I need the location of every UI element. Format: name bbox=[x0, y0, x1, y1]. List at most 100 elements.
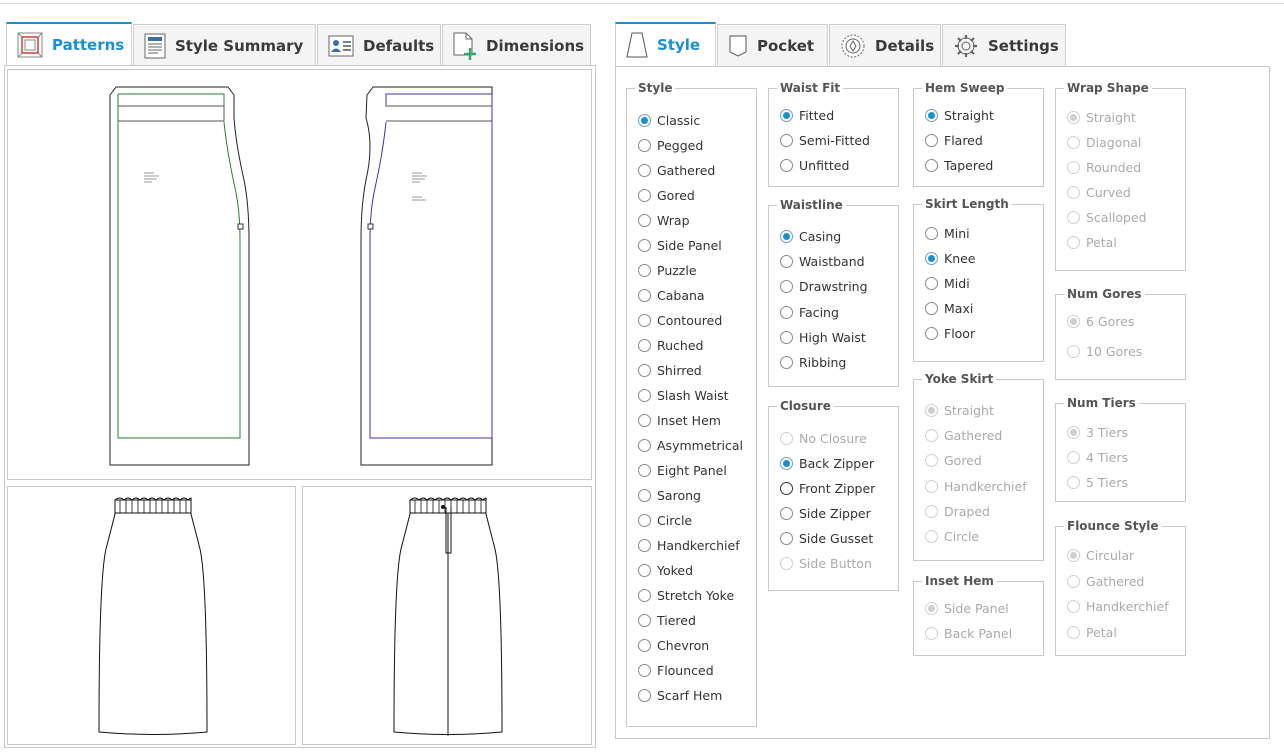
radio-hem-sweep-tapered[interactable]: Tapered bbox=[925, 158, 993, 173]
radio-style-stretch-yoke[interactable]: Stretch Yoke bbox=[638, 588, 734, 603]
radio-circle[interactable] bbox=[780, 507, 793, 520]
radio-circle[interactable] bbox=[638, 664, 651, 677]
radio-circle[interactable] bbox=[780, 330, 793, 344]
radio-circle[interactable] bbox=[638, 139, 651, 152]
radio-waistline-high-waist[interactable]: High Waist bbox=[780, 330, 866, 345]
radio-circle[interactable] bbox=[780, 356, 793, 369]
radio-skirt-length-midi[interactable]: Midi bbox=[925, 276, 970, 291]
radio-style-asymmetrical[interactable]: Asymmetrical bbox=[638, 438, 743, 453]
radio-style-chevron[interactable]: Chevron bbox=[638, 638, 709, 653]
radio-style-gathered[interactable]: Gathered bbox=[638, 163, 715, 178]
radio-waist-fit-fitted[interactable]: Fitted bbox=[780, 108, 834, 123]
back-pattern-piece[interactable] bbox=[360, 86, 493, 466]
radio-waist-fit-unfitted[interactable]: Unfitted bbox=[780, 158, 849, 173]
radio-waistline-casing[interactable]: Casing bbox=[780, 229, 841, 244]
radio-circle[interactable] bbox=[638, 539, 651, 552]
radio-circle[interactable] bbox=[780, 134, 793, 147]
radio-circle[interactable] bbox=[925, 227, 938, 240]
radio-skirt-length-floor[interactable]: Floor bbox=[925, 326, 975, 341]
tab-settings[interactable]: Settings bbox=[942, 24, 1066, 66]
radio-circle[interactable] bbox=[638, 289, 651, 302]
tab-patterns[interactable]: Patterns bbox=[6, 22, 132, 66]
tab-dimensions[interactable]: Dimensions bbox=[442, 24, 591, 66]
radio-waist-fit-semi-fitted[interactable]: Semi-Fitted bbox=[780, 133, 870, 148]
radio-circle[interactable] bbox=[638, 439, 651, 452]
radio-closure-side-zipper[interactable]: Side Zipper bbox=[780, 506, 871, 521]
radio-circle[interactable] bbox=[638, 214, 651, 227]
radio-circle[interactable] bbox=[780, 457, 793, 470]
radio-closure-back-zipper[interactable]: Back Zipper bbox=[780, 456, 874, 471]
radio-style-contoured[interactable]: Contoured bbox=[638, 313, 722, 328]
radio-circle[interactable] bbox=[638, 589, 651, 602]
radio-style-flounced[interactable]: Flounced bbox=[638, 663, 714, 678]
radio-circle[interactable] bbox=[638, 239, 651, 252]
radio-style-pegged[interactable]: Pegged bbox=[638, 138, 703, 153]
radio-circle[interactable] bbox=[925, 159, 938, 172]
radio-style-shirred[interactable]: Shirred bbox=[638, 363, 702, 378]
radio-circle[interactable] bbox=[780, 255, 793, 269]
tab-defaults[interactable]: Defaults bbox=[317, 24, 441, 66]
radio-skirt-length-mini[interactable]: Mini bbox=[925, 226, 970, 241]
tab-style-summary[interactable]: Style Summary bbox=[133, 24, 316, 66]
radio-skirt-length-knee[interactable]: Knee bbox=[925, 251, 976, 266]
tab-pocket[interactable]: Pocket bbox=[717, 24, 828, 66]
tab-style[interactable]: Style bbox=[615, 22, 716, 66]
radio-circle[interactable] bbox=[638, 639, 651, 652]
radio-circle[interactable] bbox=[638, 464, 651, 477]
radio-waistline-drawstring[interactable]: Drawstring bbox=[780, 279, 868, 294]
radio-circle[interactable] bbox=[780, 230, 793, 243]
radio-circle[interactable] bbox=[780, 159, 793, 172]
back-sketch-view[interactable] bbox=[302, 486, 592, 745]
radio-circle[interactable] bbox=[925, 109, 938, 122]
radio-circle[interactable] bbox=[925, 252, 938, 265]
tab-details[interactable]: Details bbox=[829, 24, 941, 66]
radio-style-slash-waist[interactable]: Slash Waist bbox=[638, 388, 729, 403]
radio-style-puzzle[interactable]: Puzzle bbox=[638, 263, 697, 278]
pattern-pieces-view[interactable] bbox=[7, 69, 592, 480]
radio-skirt-length-maxi[interactable]: Maxi bbox=[925, 301, 973, 316]
radio-waistline-facing[interactable]: Facing bbox=[780, 305, 839, 320]
radio-circle[interactable] bbox=[925, 327, 938, 340]
radio-circle[interactable] bbox=[638, 114, 651, 127]
radio-circle[interactable] bbox=[638, 314, 651, 327]
radio-style-inset-hem[interactable]: Inset Hem bbox=[638, 413, 721, 428]
radio-circle[interactable] bbox=[638, 189, 651, 202]
radio-style-handkerchief[interactable]: Handkerchief bbox=[638, 538, 740, 553]
radio-circle[interactable] bbox=[780, 532, 793, 545]
radio-style-yoked[interactable]: Yoked bbox=[638, 563, 693, 578]
radio-closure-front-zipper[interactable]: Front Zipper bbox=[780, 481, 875, 496]
radio-circle[interactable] bbox=[638, 689, 651, 702]
radio-style-tiered[interactable]: Tiered bbox=[638, 613, 696, 628]
radio-circle[interactable] bbox=[638, 339, 651, 352]
radio-waistline-ribbing[interactable]: Ribbing bbox=[780, 355, 846, 370]
radio-circle[interactable] bbox=[638, 514, 651, 527]
radio-hem-sweep-straight[interactable]: Straight bbox=[925, 108, 994, 123]
radio-style-ruched[interactable]: Ruched bbox=[638, 338, 703, 353]
radio-circle[interactable] bbox=[638, 164, 651, 177]
radio-closure-side-gusset[interactable]: Side Gusset bbox=[780, 531, 873, 546]
radio-style-eight-panel[interactable]: Eight Panel bbox=[638, 463, 727, 478]
radio-hem-sweep-flared[interactable]: Flared bbox=[925, 133, 983, 148]
radio-circle[interactable] bbox=[780, 280, 793, 294]
radio-style-scarf-hem[interactable]: Scarf Hem bbox=[638, 688, 722, 703]
radio-circle[interactable] bbox=[638, 564, 651, 577]
radio-circle[interactable] bbox=[638, 614, 651, 627]
radio-circle[interactable] bbox=[638, 364, 651, 377]
front-pattern-piece[interactable] bbox=[109, 86, 250, 466]
radio-style-side-panel[interactable]: Side Panel bbox=[638, 238, 722, 253]
radio-circle[interactable] bbox=[638, 264, 651, 277]
radio-style-cabana[interactable]: Cabana bbox=[638, 288, 705, 303]
radio-style-classic[interactable]: Classic bbox=[638, 113, 700, 128]
radio-circle[interactable] bbox=[638, 389, 651, 402]
radio-waistline-waistband[interactable]: Waistband bbox=[780, 254, 865, 269]
radio-circle[interactable] bbox=[638, 414, 651, 427]
radio-circle[interactable] bbox=[925, 134, 938, 147]
radio-circle[interactable] bbox=[780, 482, 793, 495]
radio-circle[interactable] bbox=[780, 109, 793, 122]
radio-circle[interactable] bbox=[925, 302, 938, 315]
radio-style-sarong[interactable]: Sarong bbox=[638, 488, 701, 503]
radio-circle[interactable] bbox=[925, 277, 938, 290]
front-sketch-view[interactable] bbox=[7, 486, 296, 745]
radio-style-circle[interactable]: Circle bbox=[638, 513, 692, 528]
radio-circle[interactable] bbox=[780, 305, 793, 319]
